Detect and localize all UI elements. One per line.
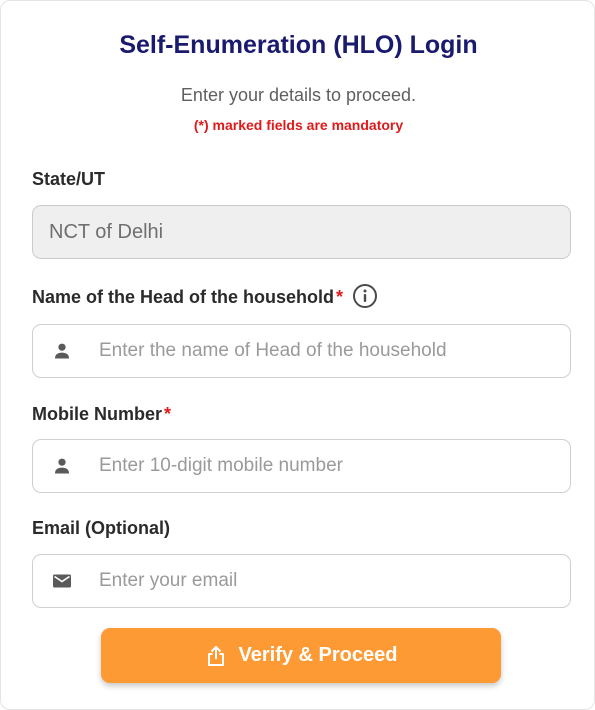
share-upload-icon [205,645,227,667]
mobile-label: Mobile Number * [32,404,171,425]
verify-proceed-label: Verify & Proceed [238,644,398,666]
mobile-field[interactable] [32,439,571,493]
email-label-text: Email (Optional) [32,518,171,538]
head-name-label: Name of the Head of the household * [32,283,378,311]
verify-proceed-button[interactable]: Verify & Proceed [101,628,501,683]
state-field: NCT of Delhi [32,205,571,259]
mobile-input[interactable] [99,440,559,492]
mobile-label-text: Mobile Number [32,404,163,424]
info-icon[interactable] [352,283,378,309]
email-label: Email (Optional) [32,518,170,539]
login-card: Self-Enumeration (HLO) Login Enter your … [0,0,595,710]
state-label-text: State/UT [32,169,106,189]
email-field[interactable] [32,554,571,608]
head-name-field[interactable] [32,324,571,378]
page-subtitle: Enter your details to proceed. [180,85,417,105]
state-value: NCT of Delhi [49,221,164,243]
person-icon [53,342,71,360]
head-name-label-text: Name of the Head of the household [32,286,335,307]
mandatory-note: (*) marked fields are mandatory [193,117,404,133]
required-mark: * [336,286,344,307]
page-title: Self-Enumeration (HLO) Login [119,31,478,59]
state-label: State/UT [32,169,105,190]
email-input[interactable] [99,555,559,607]
person-icon [53,457,71,475]
head-name-input[interactable] [99,325,559,377]
required-mark: * [164,404,172,424]
mail-icon [53,572,71,590]
